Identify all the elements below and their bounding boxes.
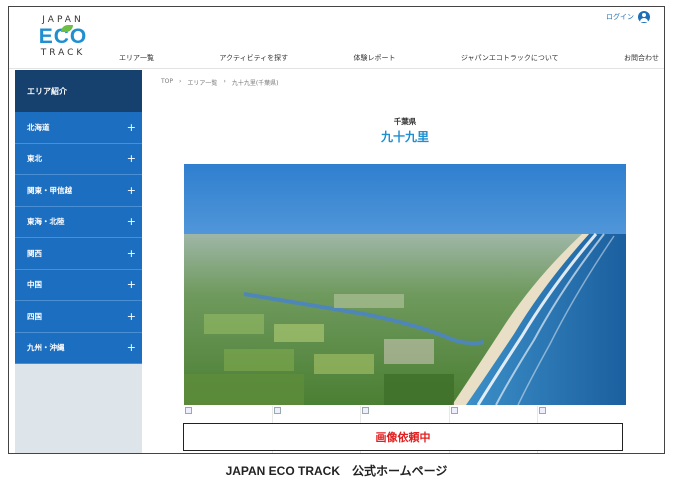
sidebar-item-shikoku[interactable]: 四国 + <box>15 301 142 333</box>
plus-icon: + <box>126 183 136 197</box>
sidebar-item-kyushu[interactable]: 九州・沖縄 + <box>15 332 142 364</box>
coast-aerial-image <box>184 164 626 405</box>
prefecture-label: 千葉県 <box>393 117 417 126</box>
chevron-right-icon: › <box>223 78 226 85</box>
logo-text-track: TRACK <box>40 48 86 58</box>
image-request-notice: 画像依頼中 <box>183 423 623 451</box>
login-link[interactable]: ログイン <box>606 11 650 23</box>
nav-item-area-list[interactable]: エリア一覧 <box>119 53 154 63</box>
nav-item-activities[interactable]: アクティビティを探す <box>219 53 288 63</box>
sidebar-item-tohoku[interactable]: 東北 + <box>15 143 142 175</box>
user-icon <box>638 11 650 23</box>
sidebar-item-label: 九州・沖縄 <box>27 343 65 353</box>
plus-icon: + <box>126 120 136 134</box>
plus-icon: + <box>126 309 136 323</box>
plus-icon: + <box>126 215 136 229</box>
site-logo[interactable]: JAPAN ECO TRACK <box>31 15 95 67</box>
broken-image-icon <box>362 407 370 414</box>
chevron-right-icon: › <box>179 78 182 85</box>
sidebar-item-tokai[interactable]: 東海・北陸 + <box>15 206 142 238</box>
sidebar-item-label: 東北 <box>27 154 42 164</box>
nav-item-contact[interactable]: お問合わせ <box>624 53 659 63</box>
plus-icon: + <box>126 278 136 292</box>
broken-image-icon <box>450 407 458 414</box>
broken-image-icon <box>185 407 192 414</box>
sidebar-item-kansai[interactable]: 関西 + <box>15 238 142 270</box>
page-caption: JAPAN ECO TRACK 公式ホームページ <box>225 464 448 478</box>
notice-text: 画像依頼中 <box>375 431 431 444</box>
sidebar-item-label: 北海道 <box>27 122 50 132</box>
sidebar-item-kanto[interactable]: 関東・甲信越 + <box>15 175 142 207</box>
broken-image-icon <box>539 407 547 414</box>
header-divider <box>9 68 664 69</box>
breadcrumb-area-list[interactable]: エリア一覧 <box>187 78 217 87</box>
sidebar-item-hokkaido[interactable]: 北海道 + <box>15 112 142 144</box>
hero-photo <box>184 164 626 405</box>
sidebar: エリア紹介 北海道 + 東北 + 関東・甲信越 + 東海・北陸 + 関西 + 中国 + 四国… <box>15 70 142 453</box>
breadcrumb: TOP › エリア一覧 › 九十九里(千葉県) <box>161 78 279 87</box>
sidebar-heading: エリア紹介 <box>15 70 142 112</box>
nav-item-reports[interactable]: 体験レポート <box>354 53 396 63</box>
sidebar-item-chugoku[interactable]: 中国 + <box>15 269 142 301</box>
plus-icon: + <box>126 246 136 260</box>
main-nav: エリア一覧 アクティビティを探す 体験レポート ジャパンエコトラックについて お… <box>119 53 659 63</box>
sidebar-item-label: 東海・北陸 <box>27 217 65 227</box>
broken-image-icon <box>273 407 281 414</box>
sidebar-item-label: 関東・甲信越 <box>27 185 72 195</box>
nav-item-about[interactable]: ジャパンエコトラックについて <box>461 53 559 63</box>
breadcrumb-current: 九十九里(千葉県) <box>231 80 279 87</box>
login-label: ログイン <box>606 13 634 21</box>
plus-icon: + <box>126 341 136 355</box>
sidebar-item-label: 中国 <box>27 280 42 290</box>
breadcrumb-top[interactable]: TOP <box>161 78 173 87</box>
browser-frame: JAPAN ECO TRACK ログイン エリア一覧 アクティビティを探す 体験… <box>8 6 665 454</box>
sidebar-item-label: 関西 <box>27 248 42 258</box>
plus-icon: + <box>126 152 136 166</box>
page-title: 九十九里 <box>380 130 429 144</box>
sidebar-item-label: 四国 <box>27 311 42 321</box>
